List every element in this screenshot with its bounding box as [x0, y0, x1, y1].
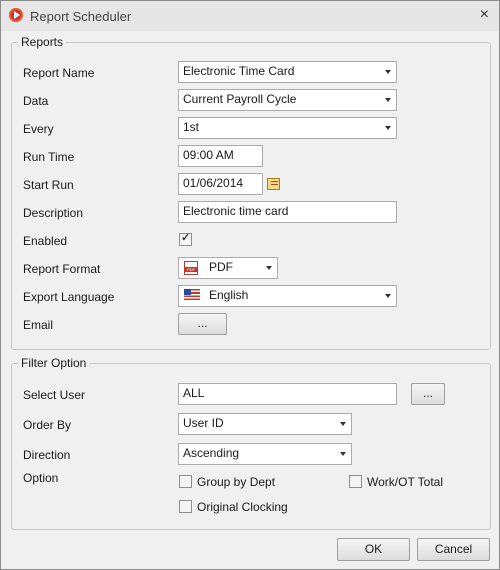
- export-language-value: English: [209, 288, 249, 302]
- data-dropdown[interactable]: Current Payroll Cycle: [178, 89, 397, 111]
- chevron-down-icon: [385, 294, 391, 298]
- window-title: Report Scheduler: [30, 9, 132, 24]
- every-value: 1st: [183, 120, 200, 134]
- run-time-input[interactable]: 09:00 AM: [178, 145, 263, 167]
- title-bar: Report Scheduler ×: [1, 1, 499, 31]
- calendar-icon[interactable]: [267, 178, 280, 190]
- report-name-label: Report Name: [23, 66, 95, 80]
- order-by-dropdown[interactable]: User ID: [178, 413, 352, 435]
- chevron-down-icon: [385, 98, 391, 102]
- chevron-down-icon: [385, 70, 391, 74]
- select-user-browse-button[interactable]: ...: [411, 383, 445, 405]
- description-label: Description: [23, 206, 84, 220]
- direction-value: Ascending: [183, 446, 240, 460]
- filter-option-legend: Filter Option: [21, 356, 87, 370]
- report-name-dropdown[interactable]: Electronic Time Card: [178, 61, 397, 83]
- work-ot-total-label: Work/OT Total: [367, 475, 444, 489]
- email-browse-button[interactable]: ...: [178, 313, 227, 335]
- chevron-down-icon: [385, 126, 391, 130]
- enabled-checkbox[interactable]: [179, 231, 192, 246]
- us-flag-icon: [184, 289, 200, 300]
- select-user-input[interactable]: ALL: [178, 383, 397, 405]
- enabled-label: Enabled: [23, 234, 68, 248]
- original-clocking-label: Original Clocking: [197, 500, 288, 514]
- chevron-down-icon: [340, 452, 346, 456]
- export-language-dropdown[interactable]: English: [178, 285, 397, 307]
- report-name-value: Electronic Time Card: [183, 64, 295, 78]
- every-dropdown[interactable]: 1st: [178, 117, 397, 139]
- report-format-dropdown[interactable]: PDF: [178, 257, 278, 279]
- run-time-label: Run Time: [23, 150, 75, 164]
- cancel-button[interactable]: Cancel: [417, 538, 490, 561]
- report-format-value: PDF: [209, 260, 233, 274]
- pdf-icon: [184, 261, 198, 275]
- option-label: Option: [23, 471, 59, 485]
- chevron-down-icon: [340, 422, 346, 426]
- report-format-label: Report Format: [23, 262, 101, 276]
- select-user-label: Select User: [23, 388, 86, 402]
- app-icon: [9, 8, 23, 22]
- start-run-input[interactable]: 01/06/2014: [178, 173, 263, 195]
- description-input[interactable]: Electronic time card: [178, 201, 397, 223]
- group-by-dept-label: Group by Dept: [197, 475, 276, 489]
- close-icon[interactable]: ×: [480, 6, 489, 24]
- work-ot-total-checkbox[interactable]: [349, 475, 362, 488]
- report-scheduler-window: Report Scheduler × Reports Report Name E…: [0, 0, 500, 570]
- export-language-label: Export Language: [23, 290, 115, 304]
- order-by-label: Order By: [23, 418, 72, 432]
- direction-dropdown[interactable]: Ascending: [178, 443, 352, 465]
- order-by-value: User ID: [183, 416, 224, 430]
- data-value: Current Payroll Cycle: [183, 92, 297, 106]
- ok-button[interactable]: OK: [337, 538, 410, 561]
- data-label: Data: [23, 94, 49, 108]
- every-label: Every: [23, 122, 54, 136]
- email-label: Email: [23, 318, 54, 332]
- reports-legend: Reports: [21, 35, 64, 49]
- chevron-down-icon: [266, 266, 272, 270]
- direction-label: Direction: [23, 448, 71, 462]
- start-run-label: Start Run: [23, 178, 74, 192]
- group-by-dept-checkbox[interactable]: [179, 475, 192, 488]
- original-clocking-checkbox[interactable]: [179, 500, 192, 513]
